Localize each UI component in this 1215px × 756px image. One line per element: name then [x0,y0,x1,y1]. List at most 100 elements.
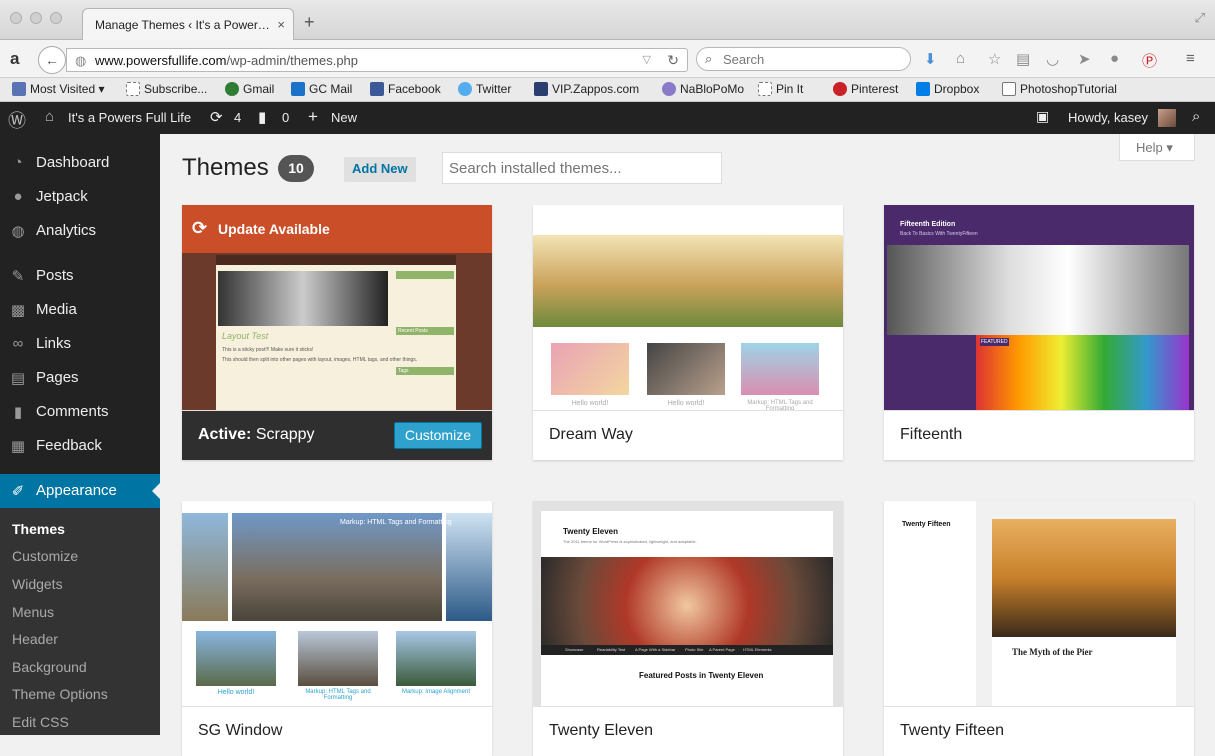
theme-name-bar: Fifteenth [884,410,1194,460]
bookmark-item[interactable]: Pinterest [833,82,898,96]
sidebar-item-posts[interactable]: ✎ Posts [0,259,160,293]
bookmark-icon [291,82,305,96]
sidebar-item-comments[interactable]: ▮ Comments [0,395,160,429]
theme-card-twenty-eleven[interactable]: Twenty Eleven The 2011 theme for WordPre… [533,501,843,756]
new-content-link[interactable]: New [331,110,357,125]
submenu-background[interactable]: Background [12,659,87,675]
tab-close-icon[interactable]: × [277,17,285,32]
bookmark-item[interactable]: PhotoshopTutorial [1002,82,1117,96]
browser-tab[interactable]: Manage Themes ‹ It's a Power… × [82,8,294,41]
bookmark-item[interactable]: NaBloPoMo [662,82,744,96]
sidebar-item-media[interactable]: ▩ Media [0,293,160,327]
updates-count[interactable]: 4 [234,110,241,125]
refresh-icon: ⟳ [192,218,208,238]
submenu-widgets[interactable]: Widgets [12,576,63,592]
add-new-button[interactable]: Add New [344,157,416,182]
sgwindow-side-image [446,513,492,621]
bookmarks-menu-icon[interactable]: ▤ [1016,50,1030,68]
back-arrow-icon[interactable]: ← [38,46,66,74]
updates-icon[interactable]: ⟳ [210,108,223,126]
new-tab-icon[interactable]: + [304,12,315,33]
amazon-icon[interactable]: a [10,49,19,69]
plus-icon[interactable]: + [308,107,318,127]
fullscreen-icon[interactable]: ⤢ [1195,10,1205,26]
avatar[interactable] [1158,109,1176,127]
hamburger-menu-icon[interactable]: ≡ [1186,50,1195,67]
submenu-customize[interactable]: Customize [12,548,78,564]
bookmark-item[interactable]: VIP.Zappos.com [534,82,639,96]
sidebar-item-feedback[interactable]: ▦ Feedback [0,429,160,463]
url-dropdown-icon[interactable]: ▽ [643,53,651,66]
bookmark-star-icon[interactable]: ☆ [988,50,1001,68]
bookmark-icon [458,82,472,96]
sidebar-item-dashboard[interactable]: ◔ Dashboard [0,146,160,180]
sidebar-item-analytics[interactable]: ◍ Analytics [0,214,160,248]
minimize-window-icon[interactable] [30,12,42,24]
chat-icon[interactable]: ● [1110,50,1119,67]
sidebar-item-links[interactable]: ∞ Links [0,327,160,361]
howdy-user-link[interactable]: Howdy, kasey [1068,110,1148,125]
theme-screenshot[interactable]: Fifteenth Edition Back To Basics With Tw… [884,205,1194,410]
theme-card-twenty-fifteen[interactable]: Twenty Fifteen The Myth of the Pier Twen… [884,501,1194,756]
jetpack-icon: ● [13,188,23,205]
send-icon[interactable]: ➤ [1078,50,1091,68]
pages-icon: ▤ [10,370,26,387]
close-window-icon[interactable] [10,12,22,24]
customize-button[interactable]: Customize [393,422,482,449]
zoom-window-icon[interactable] [50,12,62,24]
page-title: Themes [182,154,269,181]
theme-screenshot[interactable]: Hello world! Hello world! Markup: HTML T… [533,205,843,410]
bookmark-item[interactable]: Subscribe... [126,82,207,96]
pocket-icon[interactable]: ◡ [1046,50,1059,68]
submenu-header[interactable]: Header [12,631,58,647]
theme-card-fifteenth[interactable]: Fifteenth Edition Back To Basics With Tw… [884,205,1194,460]
home-icon[interactable]: ⌂ [956,50,965,67]
bookmark-item[interactable]: Pin It [758,82,803,96]
search-icon[interactable]: ⌕ [1192,108,1200,125]
notifications-icon[interactable]: ▣ [1036,108,1049,125]
sgwindow-thumb [196,631,276,686]
bookmark-item[interactable]: Dropbox [916,82,979,96]
bookmark-item[interactable]: Gmail [225,82,274,96]
theme-screenshot[interactable]: Markup: HTML Tags and Formatting Hello w… [182,501,492,706]
comment-bubble-icon[interactable]: ▮ [258,108,266,126]
comment-icon: ▮ [13,404,23,421]
site-name-link[interactable]: It's a Powers Full Life [68,110,191,125]
theme-name: Fifteenth [900,426,963,443]
bookmark-item[interactable]: Facebook [370,82,441,96]
theme-screenshot[interactable]: Twenty Fifteen The Myth of the Pier [884,501,1194,706]
scrappy-widget-bar [396,271,454,279]
twentyeleven-hero [541,557,833,645]
theme-card-scrappy[interactable]: Recent Posts Tags Layout Test This is a … [182,205,492,460]
bookmark-icon [916,82,930,96]
theme-screenshot[interactable]: Recent Posts Tags Layout Test This is a … [182,205,492,410]
theme-search-input[interactable] [442,152,722,184]
fifteenth-hero [887,245,1189,335]
comments-count[interactable]: 0 [282,110,289,125]
theme-card-dream-way[interactable]: Hello world! Hello world! Markup: HTML T… [533,205,843,460]
sidebar-item-jetpack[interactable]: ● Jetpack [0,180,160,214]
analytics-icon: ◍ [11,223,25,240]
update-available-notice[interactable]: ⟳ Update Available [182,205,492,253]
bookmarks-toolbar: Most Visited ▾ Subscribe... Gmail GC Mai… [0,78,1215,102]
submenu-menus[interactable]: Menus [12,604,54,620]
theme-screenshot[interactable]: Twenty Eleven The 2011 theme for WordPre… [533,501,843,706]
reload-icon[interactable]: ↻ [667,52,679,69]
theme-card-sg-window[interactable]: Markup: HTML Tags and Formatting Hello w… [182,501,492,756]
bookmark-item[interactable]: Twitter [458,82,511,96]
browser-search-input[interactable]: ⌕ Search [696,47,911,71]
theme-count-badge: 10 [278,155,314,182]
submenu-theme-options[interactable]: Theme Options [12,686,108,702]
search-icon: ⌕ [705,51,713,66]
help-tab[interactable]: Help ▾ [1119,134,1195,161]
wordpress-logo-icon[interactable]: Ⓦ [8,107,26,133]
bookmark-item[interactable]: GC Mail [291,82,352,96]
submenu-themes[interactable]: Themes [12,521,65,537]
download-icon[interactable]: ⬇ [924,50,937,68]
address-bar[interactable]: ◍ www.powersfullife.com/wp-admin/themes.… [66,48,688,72]
pinterest-icon[interactable]: Ⓟ [1142,50,1157,71]
submenu-edit-css[interactable]: Edit CSS [12,714,69,730]
sidebar-item-pages[interactable]: ▤ Pages [0,361,160,395]
bookmark-item[interactable]: Most Visited ▾ [12,82,105,96]
sidebar-item-appearance[interactable]: ✐ Appearance [0,474,160,508]
